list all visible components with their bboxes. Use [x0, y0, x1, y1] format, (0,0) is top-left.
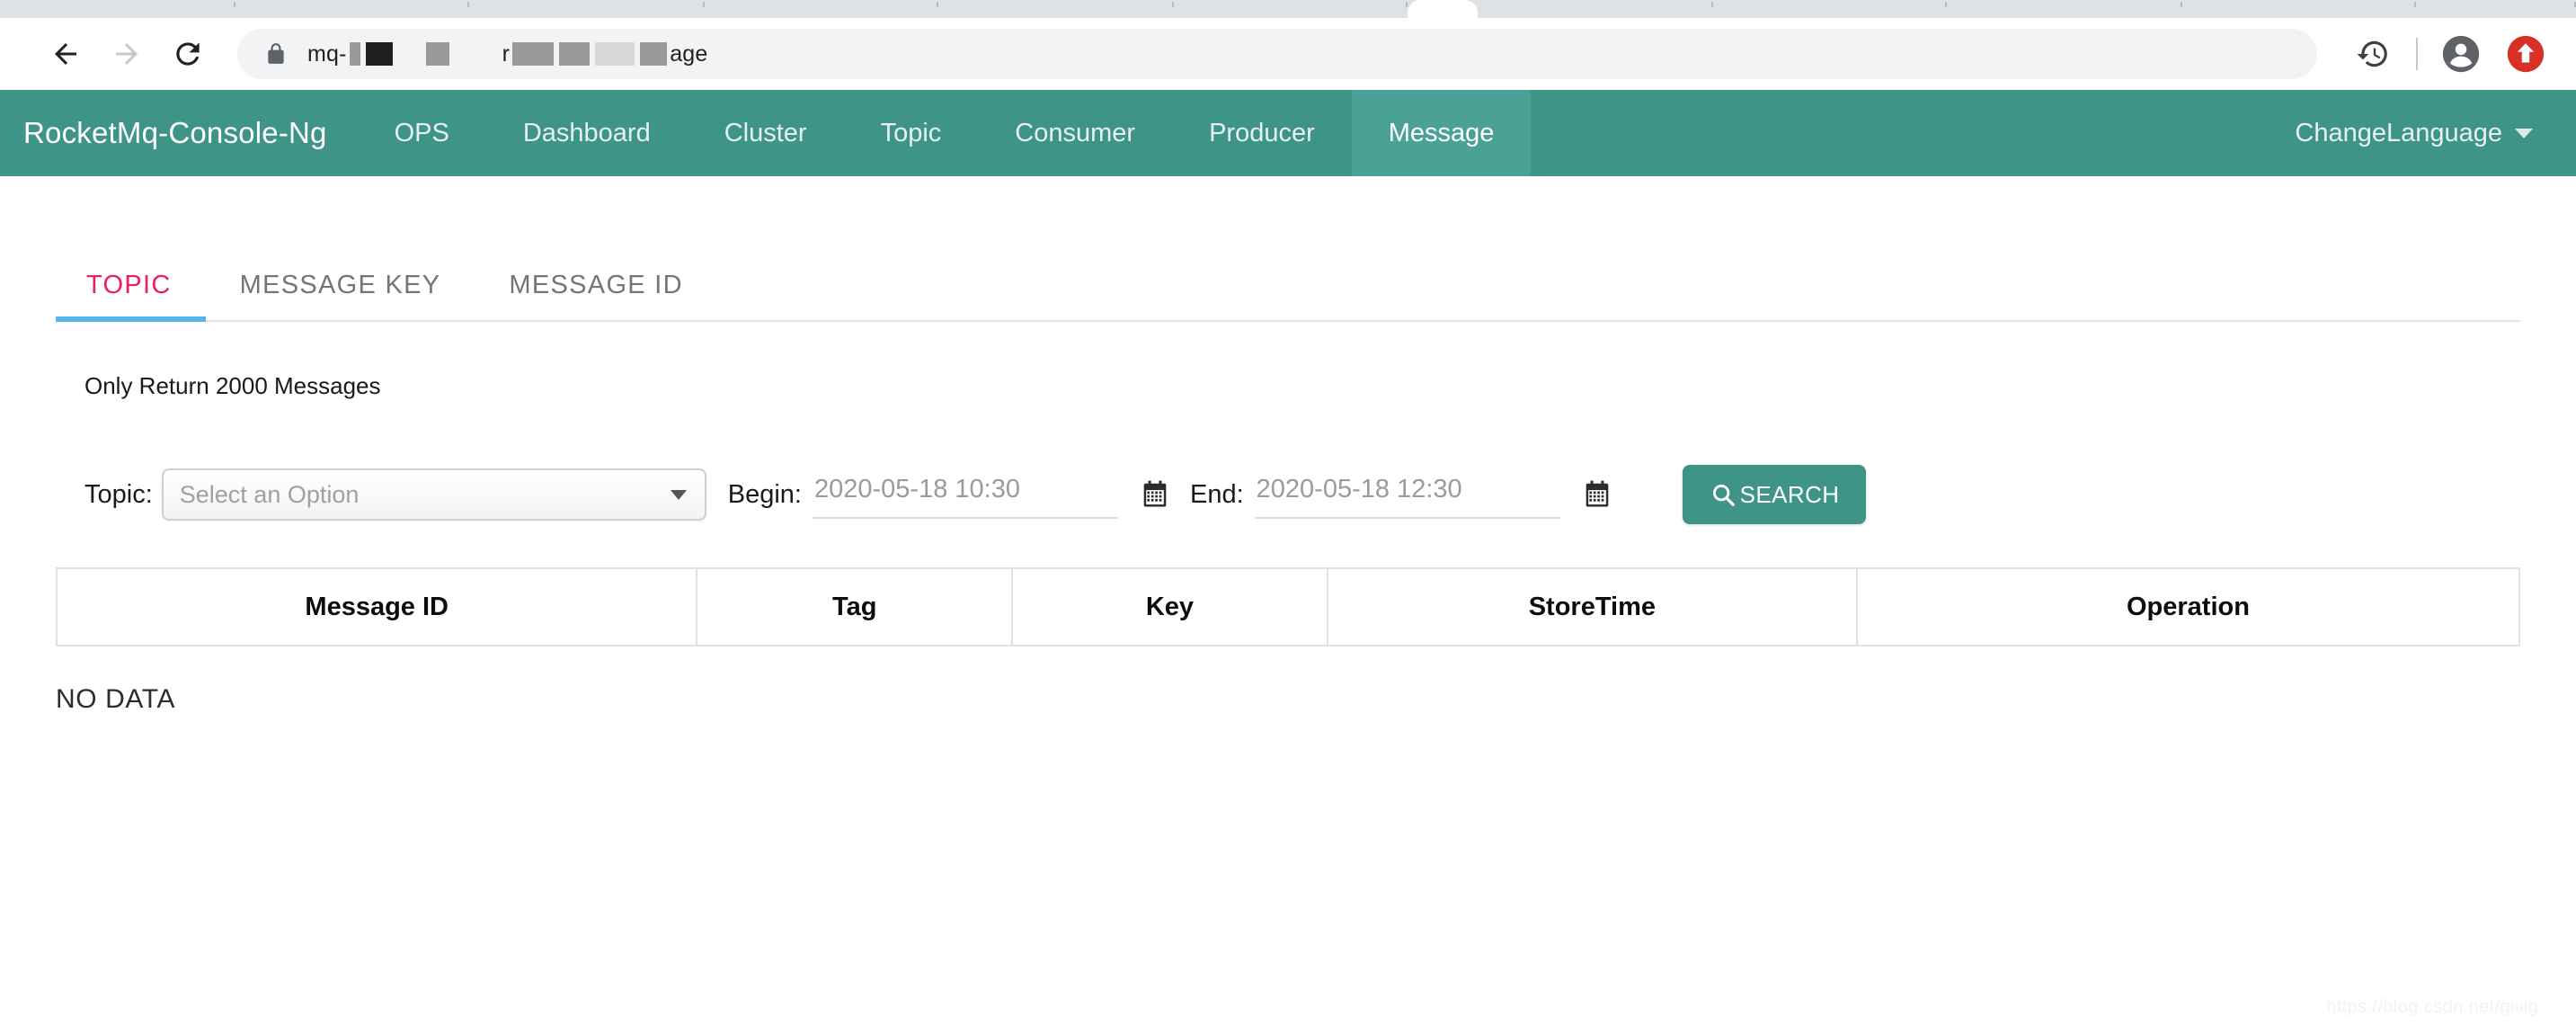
browser-toolbar: mq-r age [0, 18, 2576, 90]
chevron-down-icon [671, 490, 687, 500]
calendar-icon[interactable] [1584, 480, 1611, 509]
table-header-row: Message ID Tag Key StoreTime Operation [57, 568, 2519, 646]
column-header-message-id: Message ID [57, 568, 697, 646]
message-table: Message ID Tag Key StoreTime Operation [56, 567, 2520, 646]
url-redaction [366, 42, 393, 66]
browser-chrome: mq-r age [0, 0, 2576, 90]
nav-link-message[interactable]: Message [1352, 90, 1532, 176]
address-bar-text: mq-r age [307, 41, 708, 67]
app-brand[interactable]: RocketMq-Console-Ng [0, 90, 358, 176]
nav-link-cluster[interactable]: Cluster [688, 90, 844, 176]
topic-select-value: Select an Option [180, 481, 360, 509]
nav-link-ops[interactable]: OPS [358, 90, 486, 176]
tab-message-id[interactable]: MESSAGE ID [475, 271, 717, 320]
url-redaction [512, 42, 554, 66]
browser-tab[interactable] [469, 0, 705, 18]
browser-tab[interactable] [705, 0, 938, 18]
search-button[interactable]: SEARCH [1683, 465, 1867, 524]
search-icon [1710, 481, 1737, 508]
url-redaction [350, 42, 360, 66]
reload-button[interactable] [164, 30, 212, 78]
change-language-dropdown[interactable]: ChangeLanguage [2295, 119, 2533, 148]
url-suffix: age [670, 41, 707, 67]
browser-tab[interactable] [1947, 0, 2182, 18]
browser-update-icon[interactable] [2500, 29, 2551, 79]
search-button-label: SEARCH [1740, 481, 1840, 509]
begin-date-input[interactable] [813, 471, 1118, 519]
browser-tab[interactable] [2416, 0, 2576, 18]
nav-link-consumer[interactable]: Consumer [978, 90, 1172, 176]
nav-link-producer[interactable]: Producer [1172, 90, 1352, 176]
url-redaction [559, 42, 590, 66]
nav-link-dashboard[interactable]: Dashboard [486, 90, 688, 176]
nav-link-topic[interactable]: Topic [844, 90, 979, 176]
url-middle: r [502, 41, 511, 67]
url-redaction [595, 42, 635, 66]
url-redaction [640, 42, 667, 66]
browser-tab[interactable] [1713, 0, 1947, 18]
history-icon[interactable] [2348, 29, 2398, 79]
nav-links: OPS Dashboard Cluster Topic Consumer Pro… [358, 90, 1532, 176]
browser-tab[interactable] [1174, 0, 1408, 18]
end-date-input[interactable] [1255, 471, 1560, 519]
chevron-down-icon [2515, 129, 2533, 138]
browser-tab[interactable] [2182, 0, 2416, 18]
begin-label: Begin: [728, 480, 802, 510]
topic-label: Topic: [84, 480, 153, 510]
begin-date-group: Begin: [728, 471, 1168, 519]
lock-icon [264, 40, 288, 67]
page-content: TOPIC MESSAGE KEY MESSAGE ID Only Return… [0, 239, 2576, 715]
browser-tab-strip [0, 0, 2576, 18]
end-date-group: End: [1190, 471, 1611, 519]
column-header-tag: Tag [697, 568, 1012, 646]
tab-topic[interactable]: TOPIC [56, 271, 206, 320]
column-header-storetime: StoreTime [1328, 568, 1857, 646]
forward-button[interactable] [102, 30, 151, 78]
tab-message-key[interactable]: MESSAGE KEY [206, 271, 475, 320]
toolbar-divider [2416, 38, 2418, 70]
nav-right: ChangeLanguage [2295, 90, 2576, 176]
profile-avatar-icon[interactable] [2436, 29, 2486, 79]
message-search-tabs: TOPIC MESSAGE KEY MESSAGE ID [56, 239, 2520, 322]
topic-select[interactable]: Select an Option [162, 468, 706, 521]
change-language-label: ChangeLanguage [2295, 119, 2502, 148]
column-header-key: Key [1012, 568, 1328, 646]
app-navbar: RocketMq-Console-Ng OPS Dashboard Cluste… [0, 90, 2576, 176]
address-bar[interactable]: mq-r age [237, 29, 2317, 79]
end-label: End: [1190, 480, 1244, 510]
message-table-head: Message ID Tag Key StoreTime Operation [57, 568, 2519, 646]
url-prefix: mq- [307, 41, 347, 67]
browser-tab[interactable] [938, 0, 1174, 18]
browser-tab[interactable] [0, 0, 235, 18]
watermark: https://blog.csdn.net/giiiig [2326, 997, 2538, 1018]
column-header-operation: Operation [1857, 568, 2519, 646]
url-redaction [426, 42, 449, 66]
search-form: Topic: Select an Option Begin: [56, 465, 2520, 524]
browser-tab[interactable] [1478, 0, 1713, 18]
calendar-icon[interactable] [1141, 480, 1168, 509]
no-data-message: NO DATA [56, 684, 2520, 715]
back-button[interactable] [41, 30, 90, 78]
result-limit-hint: Only Return 2000 Messages [56, 372, 2520, 400]
browser-tab[interactable] [235, 0, 469, 18]
browser-tab-active[interactable] [1408, 0, 1478, 18]
